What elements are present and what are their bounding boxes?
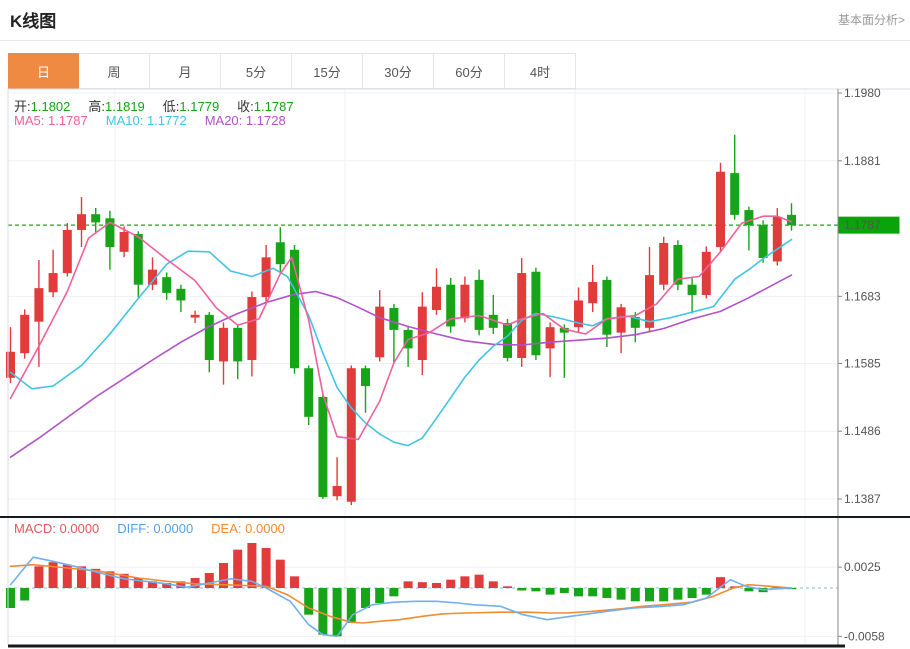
- macd-bar: [489, 581, 498, 588]
- candlestick: [744, 210, 753, 225]
- candlestick: [162, 277, 171, 293]
- candlestick: [375, 307, 384, 358]
- macd-bar: [432, 583, 441, 588]
- ma5-value: MA5: 1.1787: [14, 113, 88, 128]
- candlestick: [389, 308, 398, 330]
- macd-bar: [617, 588, 626, 600]
- candlestick: [645, 275, 654, 328]
- candlestick: [460, 285, 469, 319]
- candlestick: [276, 242, 285, 264]
- macd-axis-label: -0.0058: [844, 629, 885, 643]
- price-axis-label: 1.1486: [844, 424, 881, 438]
- price-axis-label: 1.1980: [844, 86, 881, 100]
- ma10-value: MA10: 1.1772: [106, 113, 187, 128]
- macd-bar: [6, 588, 15, 608]
- macd-bar: [517, 588, 526, 590]
- candlestick: [304, 368, 313, 417]
- macd-bar: [333, 588, 342, 636]
- macd-bar: [304, 588, 313, 615]
- macd-bar: [702, 588, 711, 595]
- candlestick: [475, 280, 484, 330]
- macd-bar: [318, 588, 327, 635]
- macd-bar: [34, 566, 43, 588]
- macd-bar: [531, 588, 540, 591]
- macd-bar: [233, 550, 242, 588]
- macd-legend: MACD: 0.0000 DIFF: 0.0000 DEA: 0.0000: [14, 521, 303, 536]
- candlestick: [659, 243, 668, 285]
- macd-bar: [546, 588, 555, 595]
- macd-value: MACD: 0.0000: [14, 521, 99, 536]
- macd-bar: [446, 580, 455, 588]
- ma20-value: MA20: 1.1728: [205, 113, 286, 128]
- macd-bar: [375, 588, 384, 603]
- macd-bar: [645, 588, 654, 601]
- macd-bar: [205, 573, 214, 588]
- candlestick: [120, 232, 129, 252]
- price-axis-label: 1.1683: [844, 289, 881, 303]
- candlestick: [716, 172, 725, 247]
- macd-bar: [688, 588, 697, 598]
- macd-bar: [361, 588, 370, 608]
- candlestick: [233, 328, 242, 362]
- candlestick: [759, 225, 768, 258]
- macd-bar: [602, 588, 611, 598]
- dea-value: DEA: 0.0000: [211, 521, 285, 536]
- macd-axis-label: 0.0025: [844, 560, 881, 574]
- macd-bar: [276, 560, 285, 588]
- candlestick: [503, 323, 512, 358]
- macd-bar: [560, 588, 569, 593]
- ma-legend: MA5: 1.1787 MA10: 1.1772 MA20: 1.1728: [14, 113, 304, 128]
- macd-bar: [475, 575, 484, 588]
- candlestick: [730, 173, 739, 215]
- macd-bar: [404, 581, 413, 588]
- macd-bar: [20, 588, 29, 600]
- candlestick: [432, 287, 441, 310]
- candlestick: [63, 230, 72, 273]
- macd-bar: [290, 576, 299, 588]
- macd-bar: [262, 548, 271, 588]
- macd-bar: [673, 588, 682, 600]
- candlestick: [773, 217, 782, 262]
- candlestick: [77, 214, 86, 230]
- candlestick: [219, 328, 228, 362]
- candlestick: [361, 368, 370, 386]
- ma20-line: [11, 275, 792, 457]
- macd-bar: [631, 588, 640, 601]
- candlestick: [347, 368, 356, 502]
- current-price-badge-label: 1.1787: [844, 218, 881, 232]
- candlestick: [688, 285, 697, 295]
- candlestick: [702, 252, 711, 295]
- candlestick: [191, 315, 200, 318]
- candlestick: [546, 327, 555, 348]
- price-axis-label: 1.1387: [844, 492, 881, 506]
- diff-value: DIFF: 0.0000: [117, 521, 193, 536]
- candlestick: [617, 307, 626, 332]
- macd-bar: [418, 582, 427, 588]
- macd-bar: [503, 586, 512, 588]
- candlestick: [20, 315, 29, 353]
- candlestick: [91, 214, 100, 222]
- candlestick: [49, 273, 58, 292]
- macd-bar: [744, 588, 753, 591]
- price-axis-label: 1.1585: [844, 356, 881, 370]
- macd-bar: [659, 588, 668, 601]
- macd-bar: [460, 576, 469, 588]
- candlestick: [318, 397, 327, 497]
- macd-bar: [389, 588, 398, 596]
- candlestick: [134, 234, 143, 285]
- macd-bar: [574, 588, 583, 596]
- candlestick: [205, 315, 214, 360]
- macd-bar: [588, 588, 597, 596]
- candlestick: [262, 257, 271, 297]
- candlestick: [588, 282, 597, 303]
- candlestick: [176, 289, 185, 301]
- candlestick: [333, 486, 342, 496]
- price-axis-label: 1.1881: [844, 154, 881, 168]
- candlestick: [34, 288, 43, 322]
- candlestick: [602, 280, 611, 335]
